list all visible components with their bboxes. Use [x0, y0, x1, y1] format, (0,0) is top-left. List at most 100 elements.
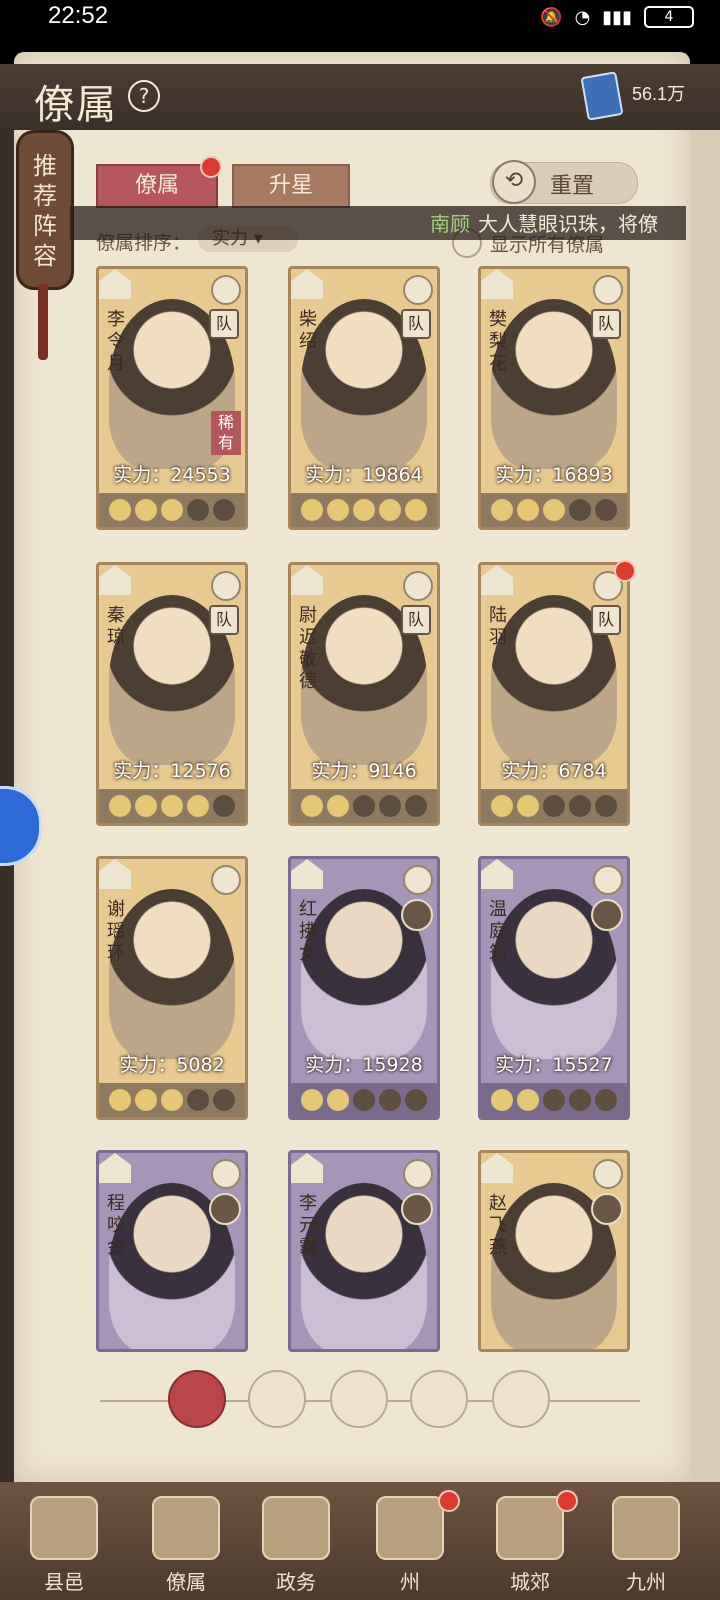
nav-label: 县邑	[44, 1570, 84, 1594]
star-filled-icon	[135, 795, 157, 817]
card-power: 实力：24553	[113, 464, 231, 486]
notification-dot	[200, 156, 222, 178]
recommended-lineup-button[interactable]: 推荐阵容	[16, 130, 74, 290]
star-empty-icon	[379, 795, 401, 817]
star-filled-icon	[379, 499, 401, 521]
nav-label: 城郊	[510, 1570, 550, 1594]
star-filled-icon	[405, 499, 427, 521]
star-row	[481, 789, 627, 823]
star-filled-icon	[135, 1089, 157, 1111]
filter-class-3-icon[interactable]	[410, 1370, 468, 1428]
rare-tag: 稀有	[211, 411, 241, 455]
star-filled-icon	[353, 499, 375, 521]
star-empty-icon	[543, 1089, 565, 1111]
star-empty-icon	[187, 499, 209, 521]
team-tag: 队	[401, 309, 431, 339]
announcement-marquee: 南顾 大人慧眼识珠，将僚	[70, 206, 686, 240]
star-filled-icon	[517, 1089, 539, 1111]
nav-label: 政务	[276, 1570, 316, 1594]
card-hong-funu[interactable]: 红拂女 实力：15928	[288, 856, 440, 1120]
nav-county[interactable]: 县邑	[14, 1492, 114, 1594]
star-filled-icon	[161, 1089, 183, 1111]
battery-icon: 4	[644, 6, 694, 28]
team-tag: 队	[591, 309, 621, 339]
notification-dot	[438, 1490, 460, 1512]
role-icon	[211, 1159, 241, 1189]
class-icon	[291, 1153, 323, 1183]
team-tag: 队	[209, 605, 239, 635]
star-empty-icon	[379, 1089, 401, 1111]
card-wen-tingyun[interactable]: 温庭筠 实力：15527	[478, 856, 630, 1120]
card-li-yuanba[interactable]: 李元霸	[288, 1150, 440, 1352]
nav-label: 僚属	[166, 1570, 206, 1594]
card-zhao-feiyan[interactable]: 赵飞燕	[478, 1150, 630, 1352]
card-name: 秦琼	[107, 605, 125, 648]
star-filled-icon	[327, 499, 349, 521]
star-row	[99, 493, 245, 527]
filter-class-4-icon[interactable]	[492, 1370, 550, 1428]
card-power: 实力：5082	[119, 1054, 225, 1076]
card-cheng-yaojin[interactable]: 程咬金	[96, 1150, 248, 1352]
suburb-icon	[496, 1496, 564, 1560]
class-icon	[481, 565, 513, 595]
star-empty-icon	[595, 795, 617, 817]
card-name: 谢瑶环	[107, 899, 125, 964]
star-filled-icon	[491, 499, 513, 521]
nav-nine-provinces[interactable]: 九州	[596, 1492, 696, 1594]
card-lu-yu[interactable]: 陆羽 队 实力：6784	[478, 562, 630, 826]
status-time: 22:52	[48, 2, 109, 29]
star-empty-icon	[595, 499, 617, 521]
class-icon	[99, 1153, 131, 1183]
currency-value: 56.1万	[632, 84, 686, 104]
role-icon	[403, 865, 433, 895]
star-empty-icon	[213, 499, 235, 521]
card-name: 柴绍	[299, 309, 317, 352]
star-row	[481, 1083, 627, 1117]
star-empty-icon	[569, 795, 591, 817]
book-currency-icon	[580, 71, 624, 121]
card-xie-yaohuan[interactable]: 谢瑶环 实力：5082	[96, 856, 248, 1120]
card-name: 赵飞燕	[489, 1193, 507, 1258]
star-row	[291, 1083, 437, 1117]
card-qin-qiong[interactable]: 秦琼 队 实力：12576	[96, 562, 248, 826]
wifi-icon: ◔	[574, 6, 591, 28]
role-icon	[403, 571, 433, 601]
class-icon	[481, 859, 513, 889]
scrolls-icon	[152, 1496, 220, 1560]
card-yuchi-jingde[interactable]: 尉迟敬德 队 实力：9146	[288, 562, 440, 826]
star-row	[481, 493, 627, 527]
star-empty-icon	[569, 1089, 591, 1111]
card-chai-shao[interactable]: 柴绍 队 实力：19864	[288, 266, 440, 530]
map-icon	[612, 1496, 680, 1560]
star-empty-icon	[187, 1089, 209, 1111]
card-name: 温庭筠	[489, 899, 507, 964]
class-icon	[99, 565, 131, 595]
role-icon	[593, 1159, 623, 1189]
card-li-lingyue[interactable]: 李令月 队 稀有 实力：24553	[96, 266, 248, 530]
marquee-message: 大人慧眼识珠，将僚	[478, 212, 658, 236]
linked-avatar	[401, 899, 433, 931]
help-icon[interactable]: ?	[128, 80, 160, 112]
page-title: 僚属	[34, 82, 118, 128]
filter-class-1-icon[interactable]	[248, 1370, 306, 1428]
linked-avatar	[401, 1193, 433, 1225]
notification-dot	[614, 560, 636, 582]
nav-affairs[interactable]: 政务	[246, 1492, 346, 1594]
star-empty-icon	[595, 1089, 617, 1111]
role-icon	[593, 865, 623, 895]
card-fan-lihua[interactable]: 樊梨花 队 实力：16893	[478, 266, 630, 530]
filter-all-icon[interactable]	[168, 1370, 226, 1428]
tab-star-up[interactable]: 升星	[232, 164, 350, 208]
tassel-decoration	[38, 284, 48, 360]
class-icon	[481, 269, 513, 299]
star-empty-icon	[569, 499, 591, 521]
card-power: 实力：19864	[305, 464, 423, 486]
class-icon	[99, 269, 131, 299]
star-filled-icon	[517, 795, 539, 817]
card-name: 李令月	[107, 309, 125, 374]
nav-subordinates[interactable]: 僚属	[136, 1492, 236, 1594]
star-row	[99, 1083, 245, 1117]
star-empty-icon	[353, 1089, 375, 1111]
linked-avatar	[591, 899, 623, 931]
filter-class-2-icon[interactable]	[330, 1370, 388, 1428]
